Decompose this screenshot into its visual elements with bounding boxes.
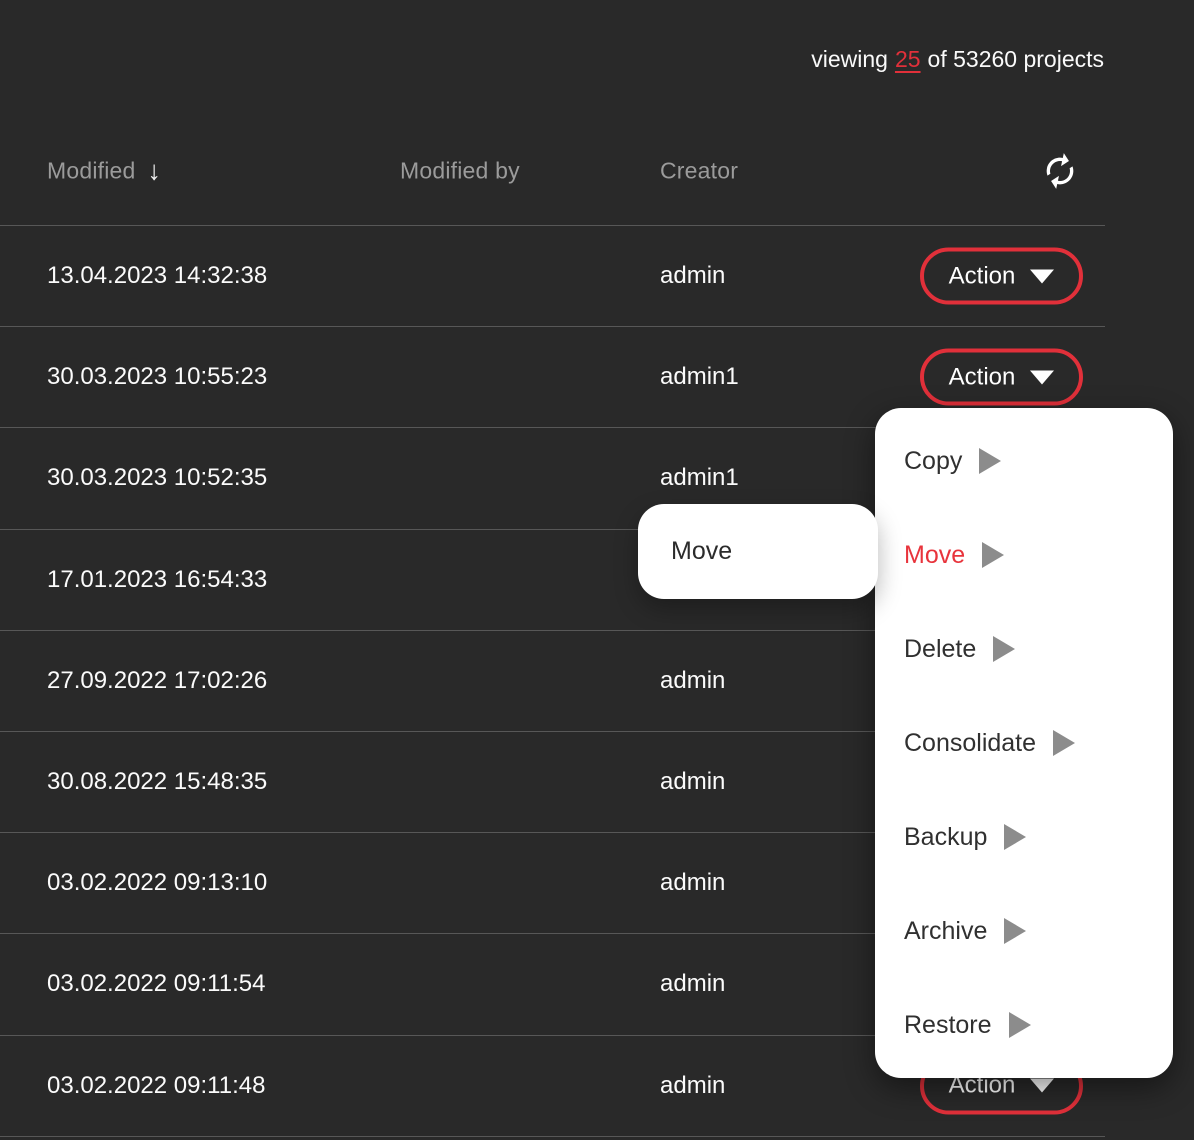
column-header-modified[interactable]: Modified ↓ [47,158,161,185]
modified-cell: 13.04.2023 14:32:38 [47,262,267,290]
table-header: Modified ↓ Modified by Creator [0,117,1105,225]
creator-cell: admin [660,970,725,998]
chevron-down-icon [1030,1079,1054,1093]
menu-item-archive[interactable]: Archive [875,884,1173,978]
table-row: 13.04.2023 14:32:38 admin Action [0,225,1105,326]
creator-cell: admin [660,1072,725,1100]
column-header-modified-by[interactable]: Modified by [400,158,520,185]
action-button[interactable]: Action [920,248,1083,305]
move-submenu-popup[interactable]: Move [638,504,878,599]
menu-item-backup[interactable]: Backup [875,790,1173,884]
chevron-down-icon [1030,269,1054,283]
refresh-button[interactable] [1039,150,1081,192]
menu-item-restore[interactable]: Restore [875,978,1173,1072]
submenu-arrow-icon [1004,824,1026,850]
submenu-arrow-icon [1009,1012,1031,1038]
viewing-summary: viewing 25 of 53260 projects [811,46,1104,73]
modified-cell: 30.08.2022 15:48:35 [47,768,267,796]
action-button-open[interactable]: Action [920,349,1083,406]
menu-item-move[interactable]: Move [875,508,1173,602]
submenu-arrow-icon [1004,918,1026,944]
menu-item-delete[interactable]: Delete [875,602,1173,696]
table-row-partial [0,1136,1105,1140]
action-dropdown-menu: Copy Move Delete Consolidate Backup Arch… [875,408,1173,1078]
viewing-count-link[interactable]: 25 [895,46,921,73]
creator-cell: admin [660,869,725,897]
modified-cell: 03.02.2022 09:11:54 [47,970,265,998]
chevron-down-icon [1030,370,1054,384]
refresh-icon [1040,151,1080,191]
modified-cell: 17.01.2023 16:54:33 [47,566,267,594]
menu-item-copy[interactable]: Copy [875,414,1173,508]
submenu-arrow-icon [979,448,1001,474]
creator-cell: admin1 [660,464,739,492]
modified-cell: 30.03.2023 10:52:35 [47,464,267,492]
creator-cell: admin [660,768,725,796]
modified-cell: 30.03.2023 10:55:23 [47,363,267,391]
projects-page: viewing 25 of 53260 projects Modified ↓ … [0,0,1194,1140]
creator-cell: admin1 [660,363,739,391]
menu-item-consolidate[interactable]: Consolidate [875,696,1173,790]
modified-cell: 03.02.2022 09:11:48 [47,1072,265,1100]
modified-cell: 27.09.2022 17:02:26 [47,667,267,695]
submenu-arrow-icon [982,542,1004,568]
viewing-suffix: of 53260 projects [928,46,1104,73]
creator-cell: admin [660,667,725,695]
viewing-prefix: viewing [811,46,888,73]
modified-cell: 03.02.2022 09:13:10 [47,869,267,897]
submenu-arrow-icon [1053,730,1075,756]
sort-descending-icon[interactable]: ↓ [148,158,162,185]
submenu-arrow-icon [993,636,1015,662]
submenu-label: Move [671,537,732,566]
creator-cell: admin [660,262,725,290]
column-header-creator[interactable]: Creator [660,158,738,185]
